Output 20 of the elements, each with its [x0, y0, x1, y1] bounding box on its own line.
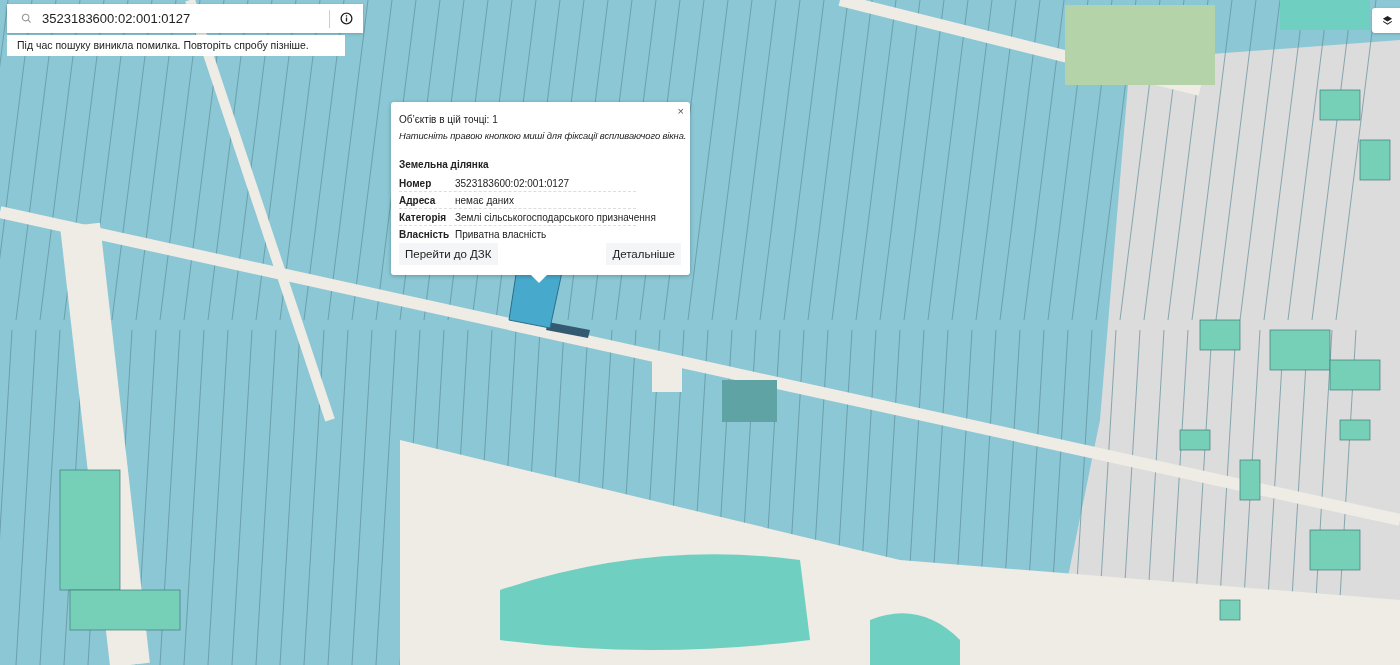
section-title: Земельна ділянка: [399, 159, 490, 170]
popup-button[interactable]: Детальніше: [606, 243, 681, 265]
error-message: Під час пошуку виникла помилка. Повторіть спробу пізніше.: [7, 35, 345, 56]
field-value: Приватна власність: [455, 229, 547, 240]
field-label: Власність: [399, 229, 451, 240]
layers-icon: [1382, 15, 1393, 26]
object-count: Об’єктів в цій точці: 1: [399, 114, 499, 125]
field-label: Адреса: [399, 195, 437, 206]
field-label: Категорія: [399, 212, 448, 223]
info-icon[interactable]: [340, 12, 353, 25]
search-icon: [21, 13, 32, 24]
layers-button[interactable]: [1372, 8, 1400, 33]
search-bar[interactable]: 3523183600:02:001:0127: [7, 4, 363, 33]
popup-button[interactable]: Перейти до ДЗК: [399, 243, 498, 265]
close-button[interactable]: ×: [675, 104, 686, 118]
field-value: немає даних: [455, 195, 514, 206]
field-label: Номер: [399, 178, 433, 189]
field-value: Землі сільськогосподарського призначення: [455, 212, 656, 223]
field-value: 3523183600:02:001:0127: [455, 178, 569, 189]
search-field[interactable]: 3523183600:02:001:0127: [42, 11, 319, 26]
